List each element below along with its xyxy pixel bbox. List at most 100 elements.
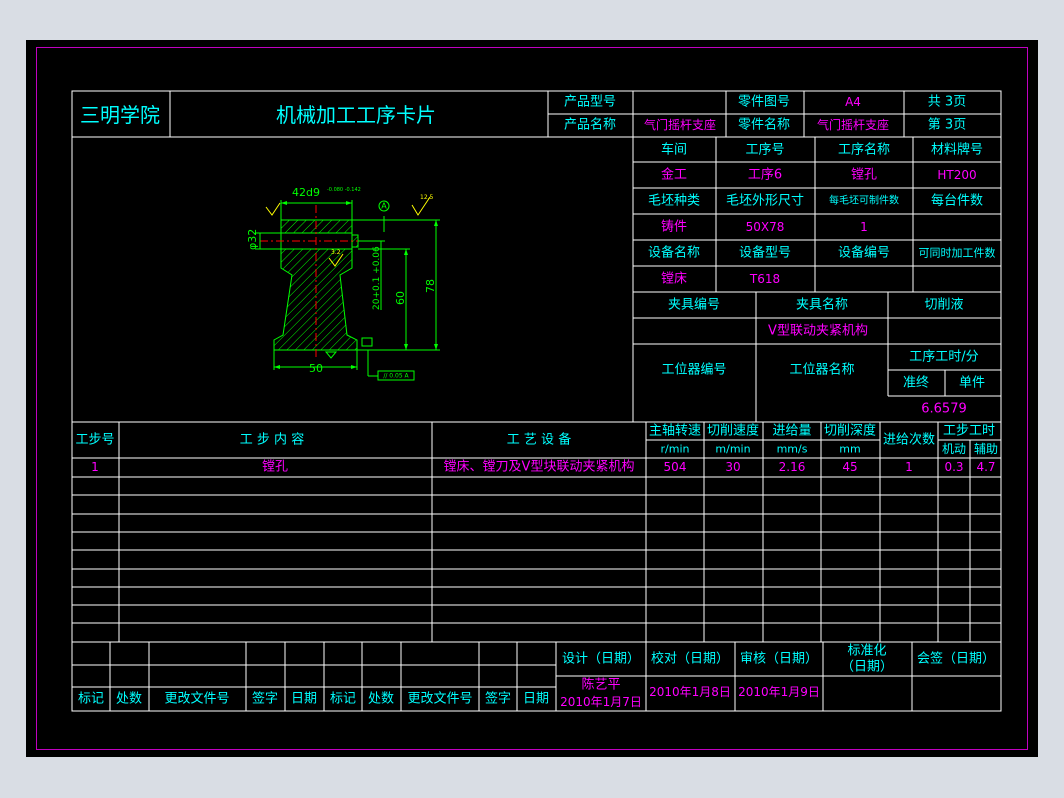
- review-date: 2010年1月9日: [738, 685, 820, 699]
- pieces-per-blank-value: 1: [860, 220, 868, 234]
- blank-size-value: 50X78: [746, 220, 785, 234]
- part-drawing-value: A4: [845, 95, 861, 109]
- rev-date-label: 日期: [291, 692, 317, 707]
- base-dimension: 50: [309, 362, 323, 375]
- blank-size-label: 毛坯外形尺寸: [726, 194, 804, 209]
- passes-cell: 1: [905, 460, 913, 474]
- cut-speed-unit: m/min: [715, 443, 750, 456]
- rev-count-label-2: 处数: [368, 692, 394, 707]
- aux-time-header: 辅助: [974, 442, 998, 456]
- equip-name-label: 设备名称: [648, 245, 700, 261]
- depth-cell: 45: [842, 460, 857, 474]
- simultaneous-label: 可同时加工件数: [919, 247, 996, 260]
- header-grid: [71, 90, 1002, 712]
- product-model-label: 产品型号: [564, 95, 616, 110]
- standardization-label: 标准化: [847, 644, 886, 659]
- aux-time-cell: 4.7: [976, 460, 995, 474]
- part-sketch: A 12.5 3.2 42d9 -0.080 -0.142 φ32 78 60 …: [246, 186, 440, 381]
- prep-time-label: 准终: [903, 375, 929, 391]
- machine-time-header: 机动: [942, 442, 966, 456]
- countersign-label: 会签（日期）: [917, 651, 995, 667]
- op-name-label: 工序名称: [838, 142, 890, 158]
- cut-speed-header: 切削速度: [707, 423, 759, 439]
- feed-header: 进给量: [772, 424, 811, 439]
- feed-cell: 2.16: [779, 460, 806, 474]
- workshop-value: 金工: [661, 167, 687, 183]
- total-pages: 共 3页: [928, 95, 966, 110]
- pieces-per-machine-label: 每台件数: [931, 193, 983, 209]
- op-no-value: 工序6: [748, 168, 782, 183]
- school-name: 三明学院: [80, 103, 160, 127]
- rev-doc-label: 更改文件号: [164, 692, 229, 707]
- step-content-header: 工 步 内 容: [240, 432, 304, 448]
- roughness-bore: 3.2: [331, 249, 341, 256]
- process-card: 三明学院 机械加工工序卡片 产品型号 零件图号 A4 共 3页 产品名称 气门摇…: [71, 90, 1002, 712]
- step-content-cell: 镗孔: [262, 460, 288, 475]
- twenty-dimension: 20+0.1 +0.06: [372, 246, 382, 310]
- station-no-label: 工位器编号: [661, 363, 726, 378]
- bore-dimension: φ32: [246, 229, 259, 250]
- pieces-per-blank-label: 每毛坯可制件数: [829, 194, 899, 207]
- op-name-value: 镗孔: [851, 168, 877, 183]
- part-drawing-label: 零件图号: [738, 95, 790, 110]
- width-dimension: 42d9: [292, 186, 320, 199]
- step-time-header: 工步工时: [943, 424, 995, 439]
- rev-date-label-2: 日期: [523, 692, 549, 707]
- page-number: 第 3页: [928, 118, 966, 133]
- part-name-value: 气门摇杆支座: [817, 117, 889, 132]
- unit-time-value: 6.6579: [921, 402, 967, 417]
- designer-name: 陈艺平: [581, 677, 620, 693]
- cut-speed-cell: 30: [725, 460, 740, 474]
- check-date: 2010年1月8日: [649, 685, 731, 699]
- op-no-label: 工序号: [745, 143, 784, 158]
- coolant-label: 切削液: [924, 298, 963, 313]
- equip-model-value: T618: [749, 272, 780, 286]
- material-label: 材料牌号: [931, 142, 983, 158]
- part-name-label: 零件名称: [738, 117, 790, 133]
- spindle-header: 主轴转速: [649, 424, 701, 439]
- workshop-label: 车间: [661, 142, 687, 158]
- sixty-dimension: 60: [394, 291, 407, 305]
- rev-mark-label-2: 标记: [330, 692, 356, 707]
- rev-doc-label-2: 更改文件号: [407, 692, 472, 707]
- steps-grid: [72, 421, 1001, 643]
- card-title: 机械加工工序卡片: [276, 103, 436, 127]
- step-no-header: 工步号: [75, 433, 114, 448]
- equipment-header: 工 艺 设 备: [507, 432, 571, 448]
- equip-no-label: 设备编号: [838, 245, 890, 261]
- blank-type-value: 铸件: [661, 219, 687, 235]
- op-hours-label: 工序工时/分: [909, 350, 978, 365]
- rev-count-label: 处数: [116, 692, 142, 707]
- table-row: 1 镗孔 镗床、镗刀及V型块联动夹紧机构 504 30 2.16 45 1 0.…: [91, 460, 995, 475]
- depth-unit: mm: [839, 443, 860, 456]
- equipment-cell: 镗床、镗刀及V型块联动夹紧机构: [444, 460, 635, 475]
- height-dimension: 78: [424, 279, 437, 293]
- equip-model-label: 设备型号: [739, 245, 791, 261]
- spindle-unit: r/min: [661, 443, 690, 456]
- roughness-top: 12.5: [420, 194, 434, 201]
- rev-sign-label: 签字: [252, 691, 278, 707]
- datum-letter: A: [381, 202, 387, 211]
- design-label: 设计（日期）: [562, 652, 640, 667]
- step-no-cell: 1: [91, 460, 99, 474]
- fixture-no-label: 夹具编号: [668, 298, 720, 313]
- rev-mark-label: 标记: [78, 692, 104, 707]
- design-date: 2010年1月7日: [560, 695, 642, 709]
- material-value: HT200: [937, 168, 976, 182]
- blank-type-label: 毛坯种类: [648, 194, 700, 209]
- check-label: 校对（日期）: [651, 651, 729, 667]
- fixture-name-value: V型联动夹紧机构: [768, 324, 868, 339]
- geometric-tolerance: // 0.05 A: [383, 373, 409, 380]
- passes-header: 进给次数: [883, 432, 935, 448]
- fixture-name-label: 夹具名称: [796, 297, 848, 313]
- unit-time-label: 单件: [959, 376, 985, 391]
- equip-name-value: 镗床: [661, 272, 687, 287]
- depth-header: 切削深度: [824, 423, 876, 439]
- product-name-label: 产品名称: [564, 117, 616, 133]
- standardization-date-label: （日期）: [841, 660, 893, 675]
- spindle-cell: 504: [664, 460, 687, 474]
- feed-unit: mm/s: [777, 443, 808, 456]
- width-tolerance: -0.080 -0.142: [327, 187, 361, 193]
- review-label: 审核（日期）: [740, 652, 818, 667]
- station-name-label: 工位器名称: [789, 362, 854, 378]
